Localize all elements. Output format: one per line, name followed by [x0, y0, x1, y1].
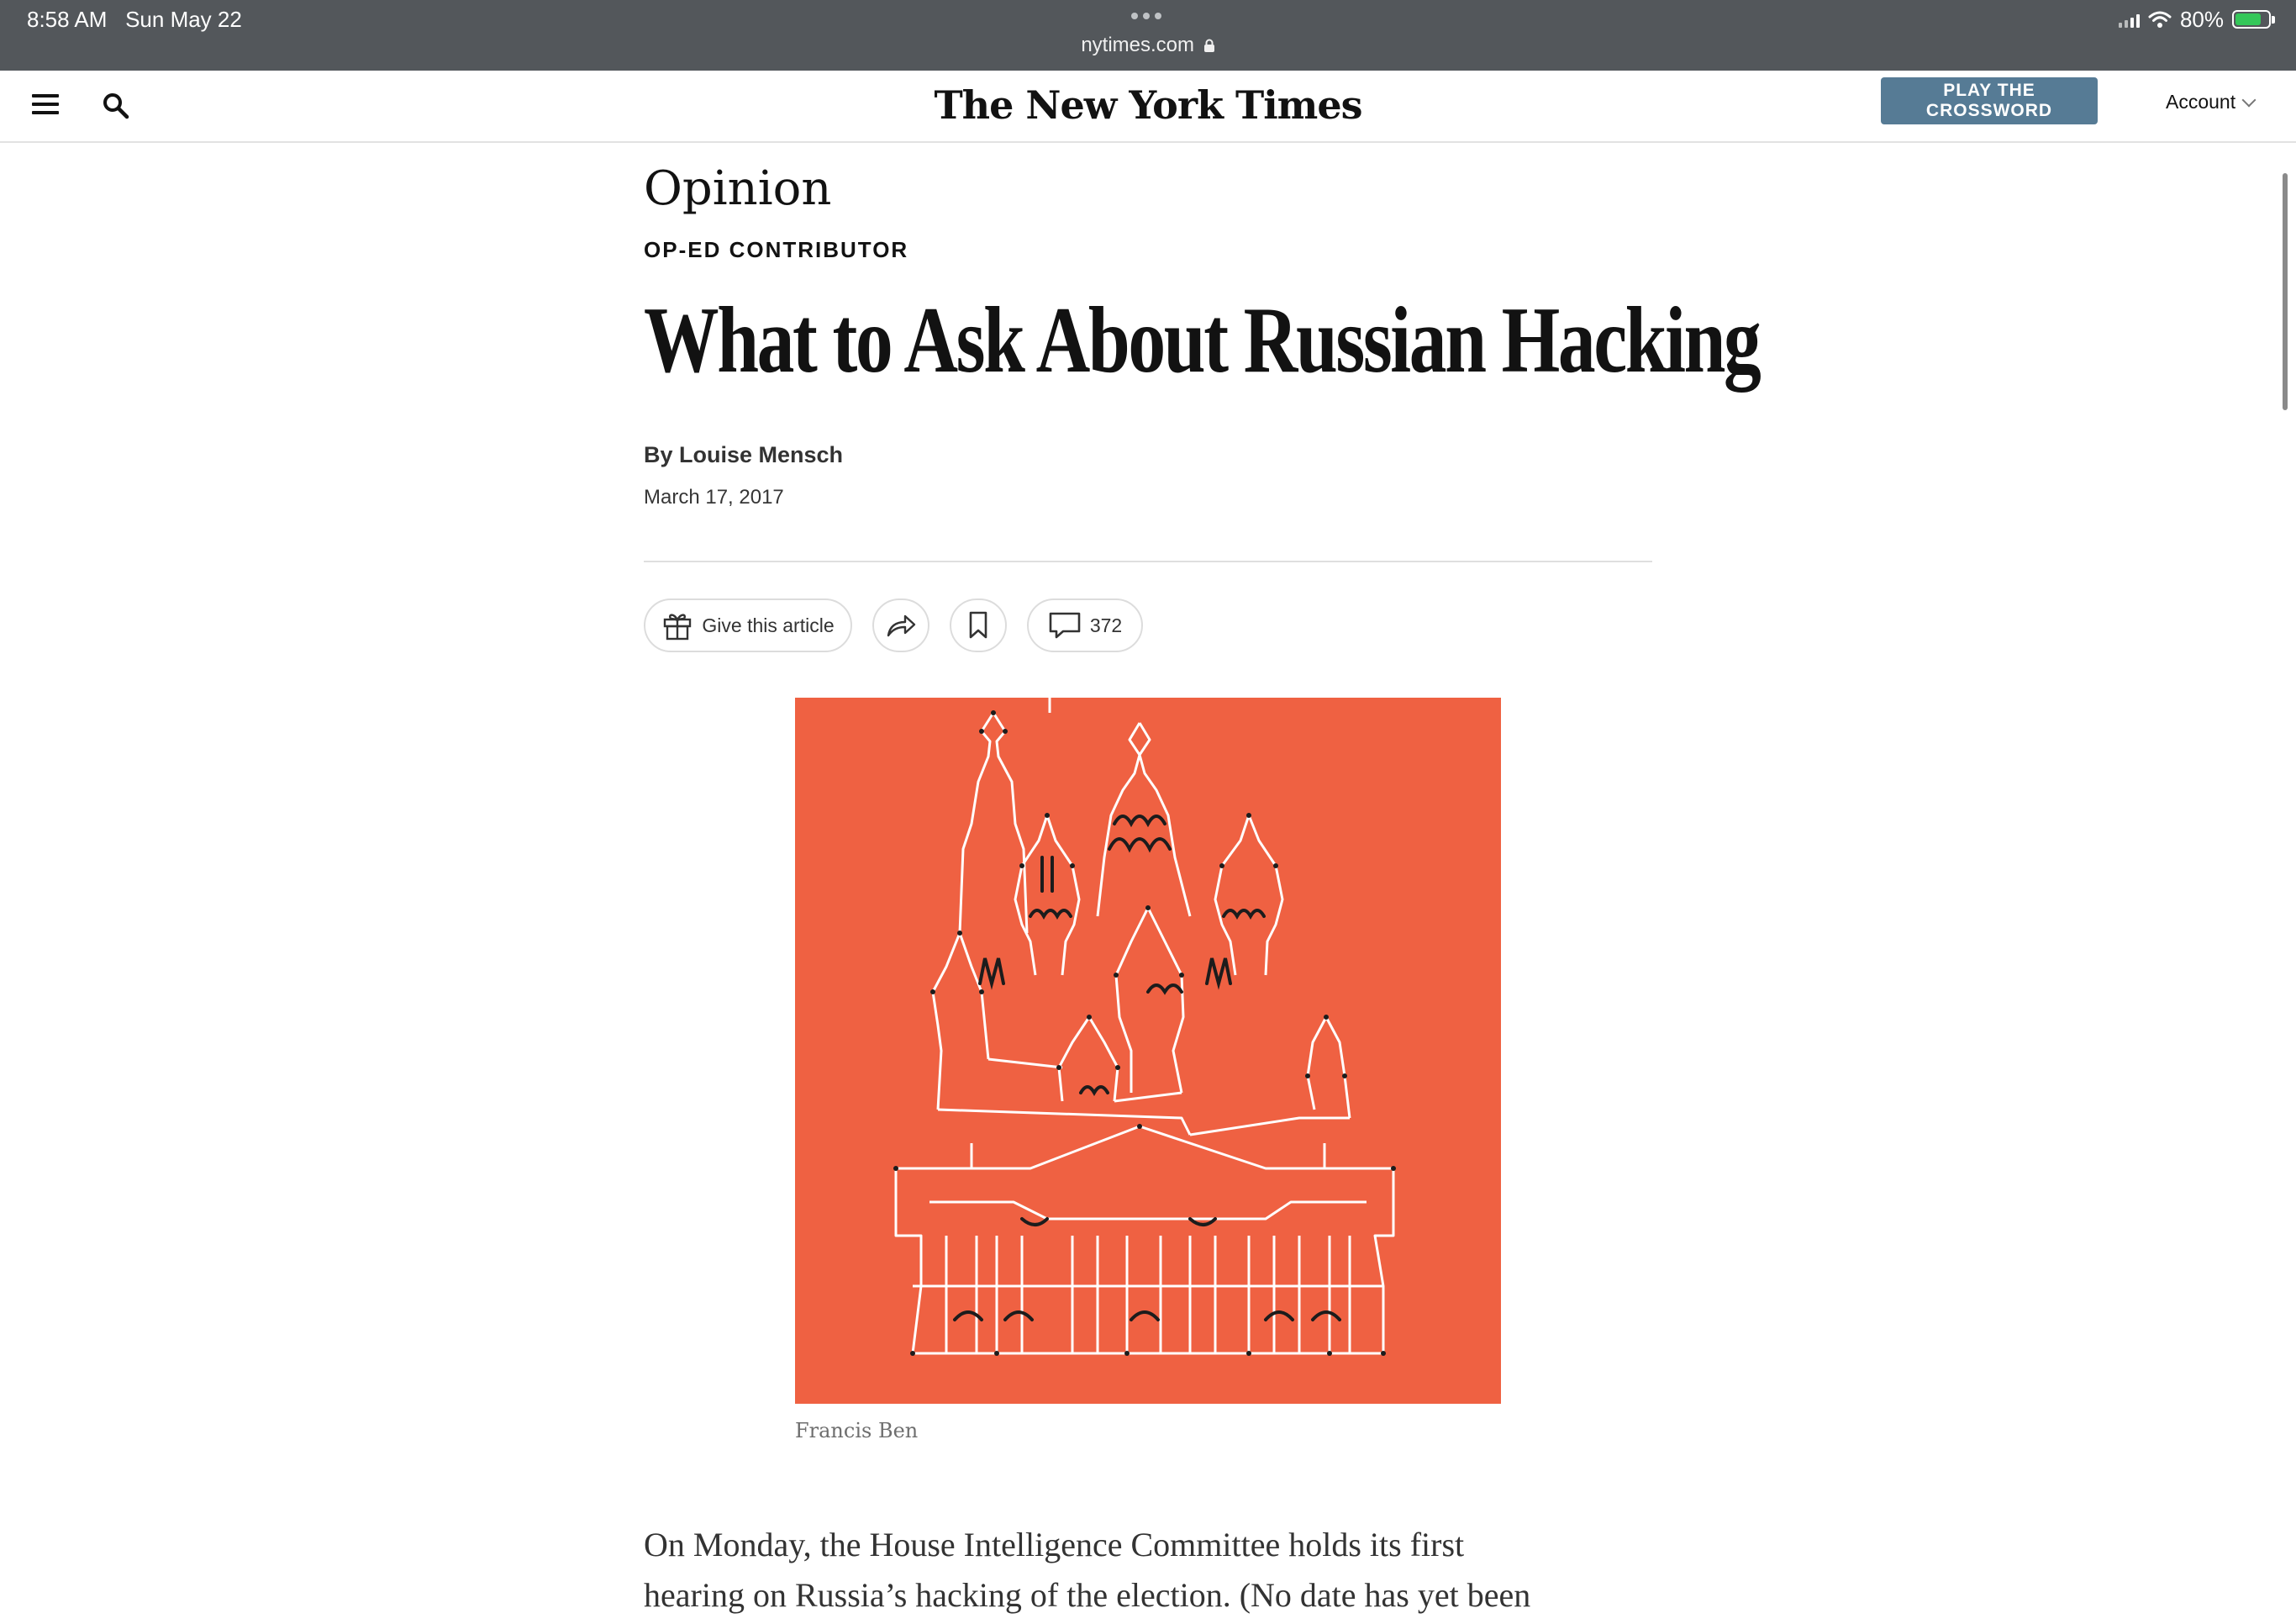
battery-percent: 80%: [2179, 6, 2224, 32]
save-button[interactable]: [950, 598, 1007, 652]
more-dots-icon[interactable]: [1131, 8, 1168, 22]
status-time: 8:58 AM Sun May 22: [27, 7, 242, 32]
battery-icon: [2232, 10, 2275, 29]
account-label: Account: [2166, 91, 2236, 113]
comment-icon: [1049, 612, 1081, 639]
article-body: On Monday, the House Intelligence Commit…: [644, 1520, 1652, 1621]
publish-date: March 17, 2017: [644, 486, 784, 509]
divider: [644, 561, 1652, 562]
section-label[interactable]: Opinion: [644, 161, 831, 216]
share-icon: [887, 614, 916, 637]
play-crossword-button[interactable]: PLAY THE CROSSWORD: [1881, 77, 2098, 124]
article-illustration: [795, 698, 1501, 1404]
cellular-signal-icon: [2118, 11, 2140, 28]
url-text: nytimes.com: [1081, 34, 1195, 56]
headline: What to Ask About Russian Hacking: [644, 288, 1761, 393]
site-header: The New York Times PLAY THE CROSSWORD Ac…: [0, 71, 2296, 143]
comment-count: 372: [1089, 614, 1123, 636]
body-line: On Monday, the House Intelligence Commit…: [644, 1526, 1465, 1563]
account-menu[interactable]: Account: [2166, 91, 2257, 113]
gift-article-label: Give this article: [702, 614, 835, 636]
scrollbar[interactable]: [2283, 173, 2288, 410]
status-bar: 8:58 AM Sun May 22 nytimes.com 80%: [0, 0, 2296, 71]
lock-icon: [1203, 39, 1214, 52]
image-credit: Francis Ben: [795, 1419, 919, 1442]
share-button[interactable]: [872, 598, 929, 652]
dot-to-dot-cathedral-illustration: [893, 698, 1396, 1356]
status-indicators: 80%: [2118, 6, 2275, 32]
bookmark-icon: [969, 611, 987, 639]
kicker: OP-ED CONTRIBUTOR: [644, 237, 909, 262]
byline[interactable]: By Louise Mensch: [644, 442, 843, 468]
comments-button[interactable]: 372: [1027, 598, 1143, 652]
wifi-icon: [2148, 11, 2172, 28]
gift-article-button[interactable]: Give this article: [644, 598, 852, 652]
body-line: hearing on Russia’s hacking of the elect…: [644, 1576, 1531, 1614]
gift-icon: [664, 614, 692, 641]
chevron-down-icon: [2241, 92, 2257, 107]
url-bar[interactable]: nytimes.com: [0, 34, 2296, 57]
